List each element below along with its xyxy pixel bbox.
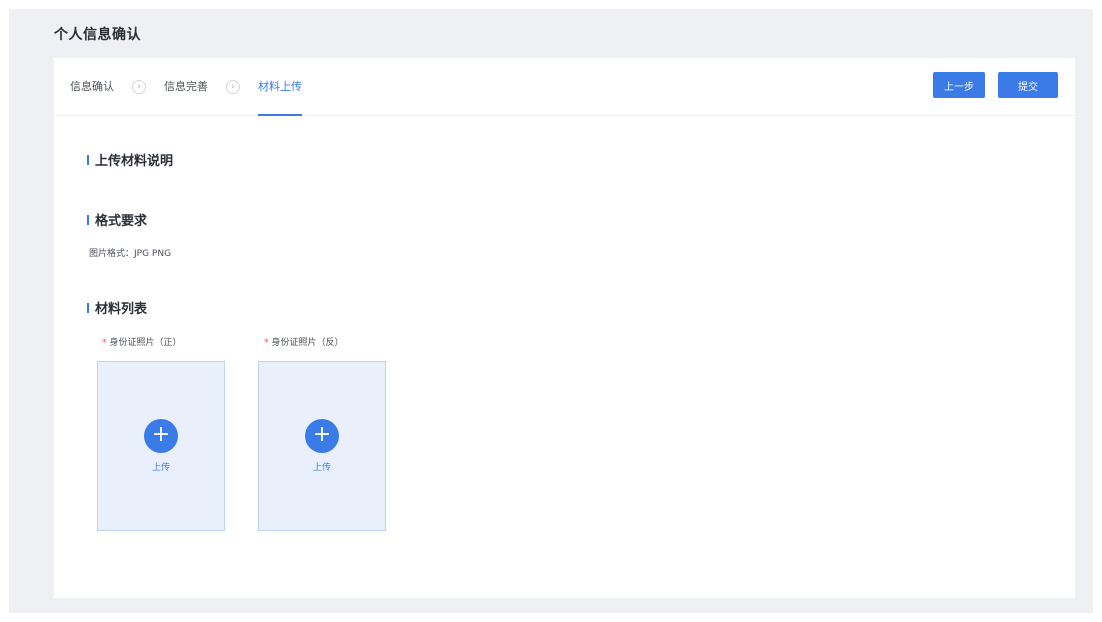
upload-box-id-front[interactable]: + 上传 — [97, 361, 225, 531]
section-upload-desc-title: 上传材料说明 — [95, 154, 174, 169]
plus-icon[interactable]: + — [305, 419, 339, 453]
page-background: 个人信息确认 信息确认 › 信息完善 › 材料上传 上一步 提交 上传材料说明 … — [9, 9, 1093, 613]
prev-step-button[interactable]: 上一步 — [933, 72, 985, 98]
upload-label-text: 身份证照片（正） — [109, 338, 182, 348]
plus-icon[interactable]: + — [144, 419, 178, 453]
section-upload-desc: 上传材料说明 — [87, 150, 173, 169]
section-format-req: 格式要求 — [87, 210, 147, 229]
required-mark: * — [264, 338, 269, 348]
section-marker — [87, 154, 89, 165]
upload-label-id-front: * 身份证照片（正） — [102, 335, 182, 348]
submit-button[interactable]: 提交 — [998, 72, 1058, 98]
section-format-req-title: 格式要求 — [95, 214, 148, 229]
main-card: 信息确认 › 信息完善 › 材料上传 上一步 提交 上传材料说明 格式要求 图片… — [54, 58, 1075, 598]
step-info-confirm[interactable]: 信息确认 — [70, 58, 114, 116]
section-marker — [87, 214, 89, 225]
upload-label-text: 身份证照片（反） — [271, 338, 344, 348]
section-marker — [87, 302, 89, 313]
upload-label-id-back: * 身份证照片（反） — [264, 335, 344, 348]
section-material-list-title: 材料列表 — [95, 302, 148, 317]
chevron-right-icon: › — [132, 80, 146, 94]
upload-button-text[interactable]: 上传 — [313, 460, 331, 473]
section-material-list: 材料列表 — [87, 298, 147, 317]
upload-box-id-back[interactable]: + 上传 — [258, 361, 386, 531]
upload-button-text[interactable]: 上传 — [152, 460, 170, 473]
format-requirement-text: 图片格式：JPG PNG — [89, 249, 172, 259]
step-info-complete[interactable]: 信息完善 — [164, 58, 208, 116]
required-mark: * — [102, 338, 107, 348]
step-material-upload[interactable]: 材料上传 — [258, 58, 302, 116]
page-title: 个人信息确认 — [54, 27, 141, 43]
card-header: 信息确认 › 信息完善 › 材料上传 上一步 提交 — [54, 58, 1075, 116]
step-nav: 信息确认 › 信息完善 › 材料上传 — [70, 58, 302, 116]
chevron-right-icon: › — [226, 80, 240, 94]
